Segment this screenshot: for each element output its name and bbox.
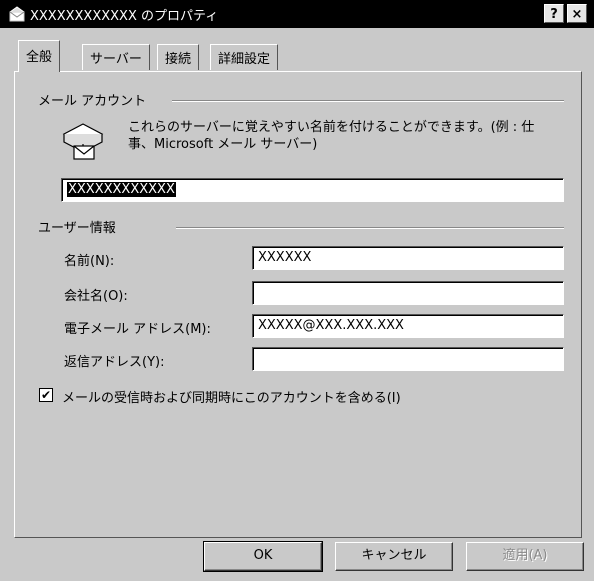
- tab-advanced-label: 詳細設定: [218, 52, 271, 67]
- tab-connection[interactable]: 接続: [157, 44, 200, 70]
- tab-servers-label: サーバー: [90, 52, 142, 67]
- account-name-value: XXXXXXXXXXXX: [67, 182, 176, 197]
- title-bar: XXXXXXXXXXXX のプロパティ ? ×: [0, 0, 594, 28]
- user-info-group-label: ユーザー情報: [38, 221, 116, 236]
- reply-address-label: 返信アドレス(Y):: [64, 355, 165, 370]
- tab-connection-label: 接続: [165, 52, 192, 67]
- properties-dialog: XXXXXXXXXXXX のプロパティ ? × 全般 サーバー 接続 詳細設定 …: [0, 0, 594, 581]
- tab-servers[interactable]: サーバー: [82, 44, 150, 70]
- close-button[interactable]: ×: [567, 4, 587, 23]
- window-title: XXXXXXXXXXXX のプロパティ: [30, 9, 219, 24]
- email-label: 電子メール アドレス(M):: [64, 322, 211, 337]
- include-account-label[interactable]: メールの受信時および同期時にこのアカウントを含める(I): [62, 387, 401, 406]
- tab-advanced[interactable]: 詳細設定: [210, 44, 279, 70]
- mail-account-icon: [9, 6, 25, 22]
- email-input[interactable]: XXXXX@XXX.XXX.XXX: [252, 314, 564, 338]
- mail-account-description: これらのサーバーに覚えやすい名前を付けることができます。(例 : 仕事、Micr…: [128, 120, 535, 152]
- mail-account-group-label: メール アカウント: [38, 94, 147, 109]
- apply-button[interactable]: 適用(A): [466, 542, 584, 571]
- reply-address-input[interactable]: [252, 347, 564, 371]
- include-account-checkbox[interactable]: ✔: [39, 388, 53, 402]
- name-input[interactable]: XXXXXX: [252, 246, 564, 270]
- company-label: 会社名(O):: [64, 289, 128, 304]
- ok-button[interactable]: OK: [203, 541, 323, 572]
- company-input[interactable]: [252, 281, 564, 305]
- mail-account-divider: [172, 100, 564, 102]
- account-name-input[interactable]: XXXXXXXXXXXX: [61, 178, 564, 202]
- tab-general-label: 全般: [26, 50, 53, 65]
- tab-general[interactable]: 全般: [18, 40, 61, 72]
- mail-server-icon: [62, 123, 104, 160]
- name-label: 名前(N):: [64, 254, 115, 269]
- user-info-divider: [176, 227, 564, 229]
- cancel-button[interactable]: キャンセル: [335, 542, 453, 571]
- help-button[interactable]: ?: [544, 4, 564, 23]
